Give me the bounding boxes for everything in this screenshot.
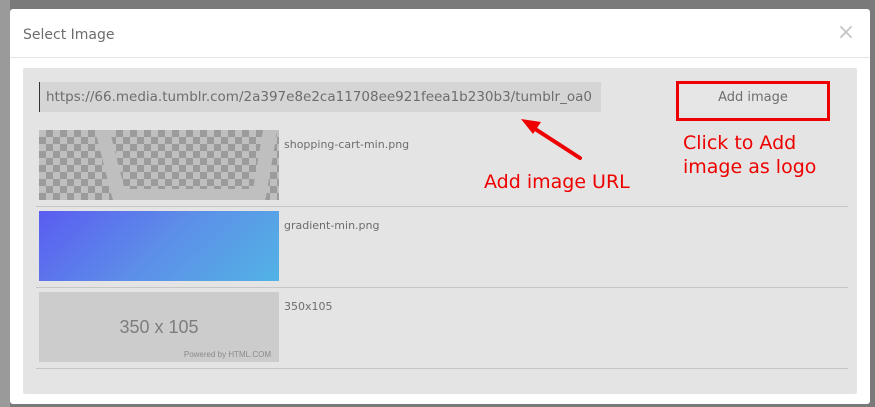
button-hint-annotation-line1: Click to Add <box>683 132 797 154</box>
image-filename: shopping-cart-min.png <box>284 138 410 151</box>
image-filename: 350x105 <box>284 300 333 313</box>
image-panel: Add image shopping-cart-min.png gradient… <box>23 68 857 394</box>
image-filename: gradient-min.png <box>284 219 380 232</box>
select-image-modal: Select Image × Add image shopping-cart-m… <box>10 9 870 404</box>
add-image-button[interactable]: Add image <box>678 82 828 112</box>
close-icon[interactable]: × <box>836 22 856 44</box>
image-thumbnail[interactable] <box>39 211 279 281</box>
shopping-cart-icon <box>95 130 278 200</box>
image-thumbnail[interactable] <box>39 130 279 200</box>
button-hint-annotation-line2: image as logo <box>683 156 817 178</box>
modal-backdrop <box>0 0 10 407</box>
modal-title: Select Image <box>23 27 115 43</box>
modal-header: Select Image × <box>10 9 870 58</box>
url-hint-annotation: Add image URL <box>484 171 630 193</box>
placeholder-size-text: 350 x 105 <box>119 317 199 337</box>
image-list-item[interactable]: gradient-min.png <box>36 207 848 288</box>
image-thumbnail[interactable]: 350 x 105 Powered by HTML.COM <box>39 292 279 362</box>
image-list-item[interactable]: 350 x 105 Powered by HTML.COM 350x105 <box>36 288 848 369</box>
annotation-arrow-icon <box>521 119 582 160</box>
placeholder-credit: Powered by HTML.COM <box>183 350 271 359</box>
